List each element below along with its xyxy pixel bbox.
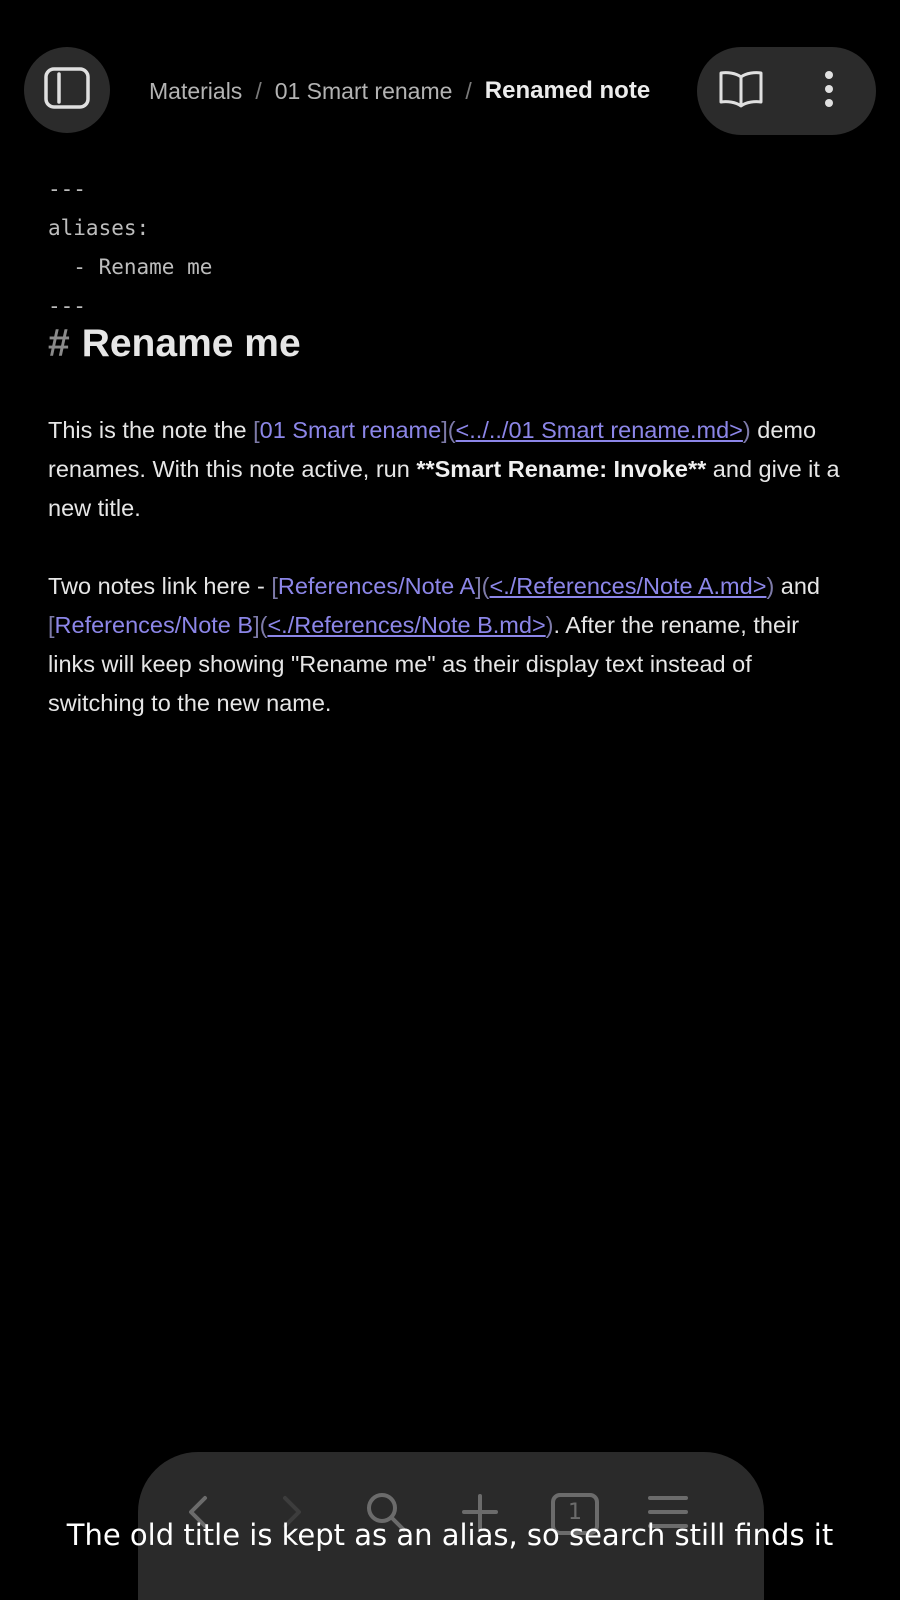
link-paren: ) bbox=[545, 612, 554, 638]
paragraph-intro[interactable]: This is the note the [01 Smart rename](<… bbox=[48, 411, 848, 528]
more-options-button[interactable] bbox=[809, 67, 849, 115]
paragraph-text: Two notes link here - bbox=[48, 573, 272, 599]
link-paren: ) bbox=[742, 417, 751, 443]
reading-view-button[interactable] bbox=[717, 67, 765, 115]
link-note-a-text[interactable]: References/Note A bbox=[278, 573, 475, 599]
book-open-icon bbox=[718, 69, 764, 114]
link-paren: ( bbox=[447, 417, 456, 443]
frontmatter-alias-item: - Rename me bbox=[48, 255, 213, 279]
more-vertical-icon bbox=[823, 69, 835, 114]
link-smart-rename-url[interactable]: <../../01 Smart rename.md> bbox=[456, 417, 743, 443]
sidebar-toggle-button[interactable] bbox=[24, 47, 110, 133]
frontmatter-delimiter-open: --- bbox=[48, 177, 86, 201]
breadcrumb-separator: / bbox=[465, 77, 472, 104]
frontmatter[interactable]: --- aliases: - Rename me --- bbox=[48, 170, 212, 326]
frontmatter-delimiter-close: --- bbox=[48, 294, 86, 318]
link-note-b-url[interactable]: <./References/Note B.md> bbox=[267, 612, 545, 638]
paragraph-text: and bbox=[774, 573, 821, 599]
breadcrumb-separator: / bbox=[255, 77, 262, 104]
breadcrumb-current-note[interactable]: Renamed note bbox=[485, 77, 650, 105]
link-note-b-text[interactable]: References/Note B bbox=[55, 612, 254, 638]
heading-text: Rename me bbox=[81, 322, 301, 365]
frontmatter-key: aliases: bbox=[48, 216, 150, 240]
caption: The old title is kept as an alias, so se… bbox=[66, 1518, 834, 1552]
sidebar-toggle-icon bbox=[43, 66, 91, 115]
app-screen: Materials / 01 Smart rename / Renamed no… bbox=[0, 0, 900, 1600]
link-smart-rename-text[interactable]: 01 Smart rename bbox=[260, 417, 442, 443]
bold-command-text: **Smart Rename: Invoke** bbox=[416, 456, 707, 482]
paragraph-text: This is the note the bbox=[48, 417, 254, 443]
heading-marker: # bbox=[48, 322, 70, 365]
link-paren: ( bbox=[481, 573, 490, 599]
breadcrumb-item-materials[interactable]: Materials bbox=[149, 78, 242, 105]
paragraph-backlinks[interactable]: Two notes link here - [References/Note A… bbox=[48, 567, 848, 723]
note-heading[interactable]: # Rename me bbox=[48, 322, 301, 366]
breadcrumb: Materials / 01 Smart rename / Renamed no… bbox=[149, 70, 650, 112]
header-actions bbox=[697, 47, 876, 135]
link-note-a-url[interactable]: <./References/Note A.md> bbox=[490, 573, 767, 599]
breadcrumb-item-smart-rename[interactable]: 01 Smart rename bbox=[275, 78, 453, 105]
